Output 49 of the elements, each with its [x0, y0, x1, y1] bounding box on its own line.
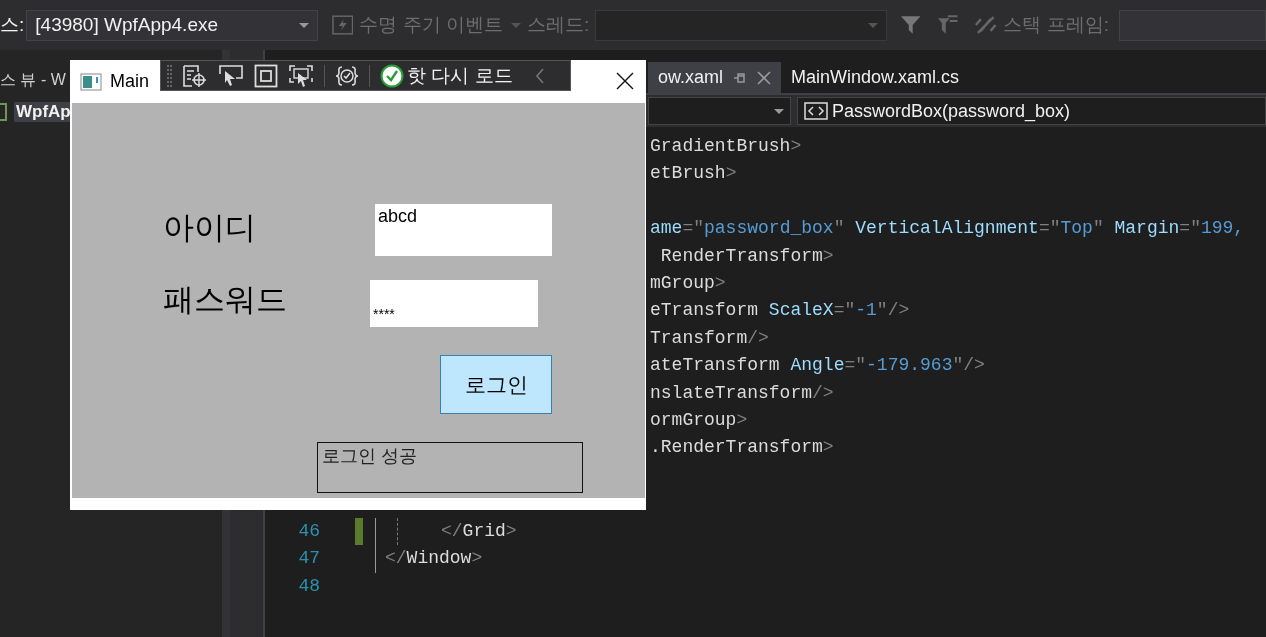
filter-icon[interactable] [936, 14, 960, 36]
code-line: RenderTransform> [659, 244, 835, 268]
line-number: 46 [297, 520, 320, 543]
code-line: ateTransform Angle="-179.963"/> [650, 354, 986, 378]
app-icon [80, 72, 102, 91]
code-line: </Window> [385, 547, 483, 571]
code-line: ame="password_box" VerticalAlignment="Top" Margin="199, [650, 217, 1246, 241]
lightning-icon[interactable] [332, 15, 354, 35]
code-line: .RenderTransform> [650, 436, 835, 460]
line-number: 47 [297, 547, 320, 571]
link-off-icon[interactable] [973, 15, 998, 35]
code-line: </Grid> [441, 520, 517, 543]
code-icon [804, 102, 828, 120]
project-icon [0, 103, 8, 121]
select-area-icon[interactable] [288, 63, 314, 88]
stack-frame-label: 스택 프레임: [1003, 13, 1109, 37]
window-title: Main [110, 71, 149, 92]
document-tab[interactable]: ow.xaml [648, 62, 782, 93]
code-line: GradientBrush> [650, 135, 803, 158]
hot-reload-button[interactable]: 핫 다시 로드 [380, 62, 513, 89]
thread-label: 스레드: [527, 13, 590, 37]
code-line: ormGroup> [650, 408, 749, 432]
close-icon[interactable] [616, 72, 634, 90]
target-icon[interactable] [182, 63, 208, 88]
status-box: 로그인 성공 [317, 442, 583, 493]
tree-item[interactable]: WpfAp [14, 102, 73, 122]
square-icon[interactable] [254, 63, 278, 88]
pin-icon[interactable] [733, 71, 748, 84]
process-dropdown[interactable]: [43980] WpfApp4.exe [26, 9, 318, 41]
member-dropdown[interactable]: PasswordBox(password_box) [797, 97, 1266, 125]
filter-icon[interactable] [899, 14, 923, 36]
code-line: Transform/> [650, 326, 770, 350]
password-field[interactable]: **** [370, 280, 538, 327]
line-number: 48 [297, 574, 320, 598]
code-line: etBrush> [650, 162, 738, 186]
code-check-icon[interactable] [335, 64, 359, 87]
select-element-icon[interactable] [218, 63, 244, 88]
id-label: 아이디 [163, 209, 256, 247]
login-button[interactable]: 로그인 [440, 355, 552, 414]
document-tab[interactable]: MainWindow.xaml.cs [781, 62, 970, 93]
password-label: 패스워드 [163, 281, 287, 319]
id-field[interactable]: abcd [375, 204, 552, 256]
panel-title: 스 뷰 - W [0, 69, 66, 90]
code-line: mGroup> [650, 271, 727, 295]
process-label: 스: [0, 13, 25, 37]
check-circle-icon [380, 63, 404, 88]
code-line: eTransform ScaleX="-1"/> [650, 299, 911, 323]
code-line: nslateTransform/> [650, 381, 835, 405]
chevron-left-icon[interactable] [534, 66, 545, 85]
